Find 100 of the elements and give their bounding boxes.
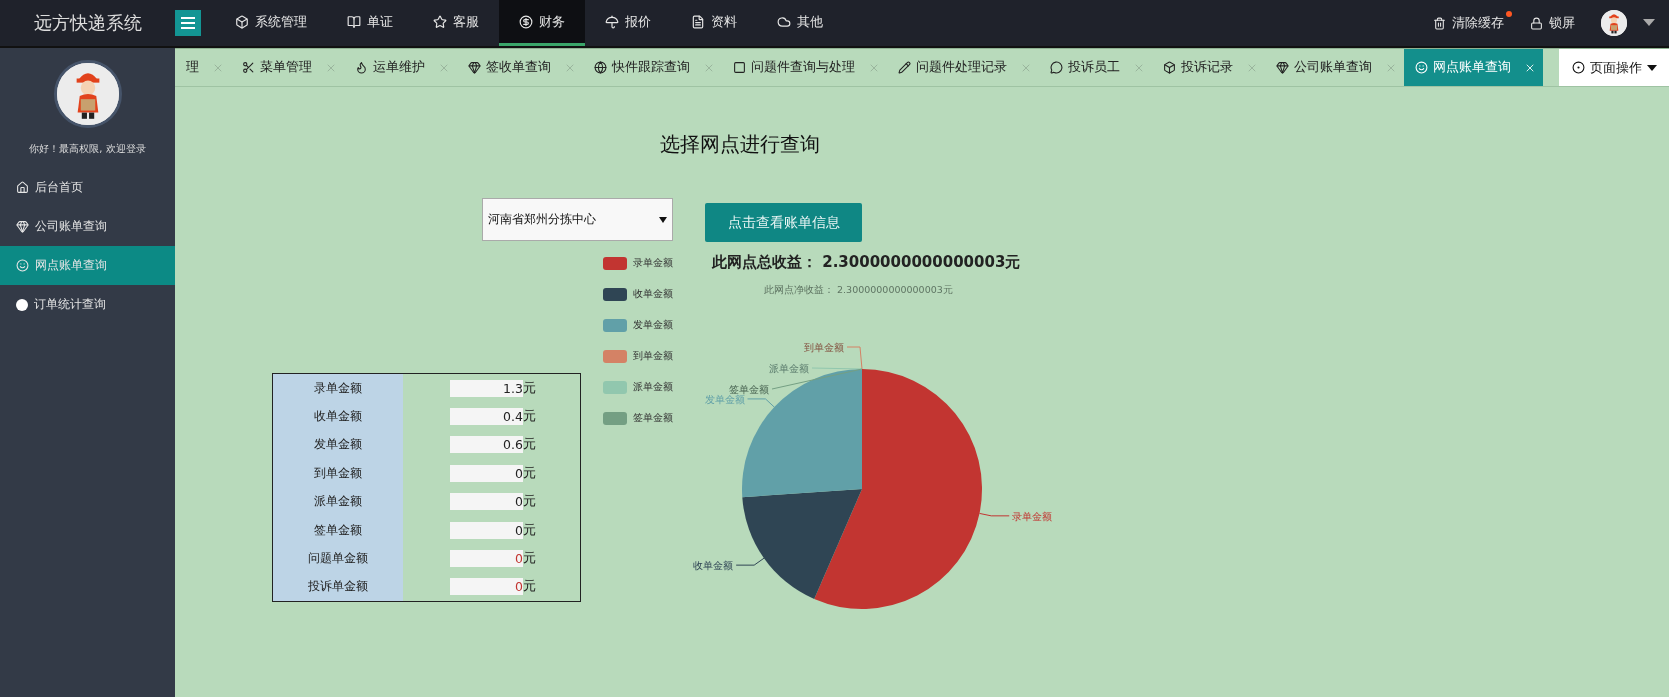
slice-label: 派单金额 xyxy=(769,363,809,374)
unit-label: 元 xyxy=(523,379,536,397)
amount-field[interactable]: 0 xyxy=(450,464,523,482)
home-icon xyxy=(16,181,29,194)
lock-icon xyxy=(1530,16,1543,30)
nav-label: 财务 xyxy=(539,12,565,31)
smile-icon xyxy=(16,259,29,272)
menu-button[interactable] xyxy=(175,10,201,36)
page-tab[interactable]: 运单维护 xyxy=(344,49,457,86)
legend-label[interactable]: 派单金额 xyxy=(633,380,673,394)
amount-field[interactable]: 1.3 xyxy=(450,379,523,397)
nav-label: 报价 xyxy=(625,12,651,31)
page-tab[interactable]: 菜单管理 xyxy=(231,49,344,86)
action-label: 清除缓存 xyxy=(1452,14,1504,32)
tab-label: 理 xyxy=(186,59,199,76)
page-title: 选择网点进行查询 xyxy=(660,131,821,155)
app-title: 远方快递系统 xyxy=(32,11,143,35)
nav-item[interactable]: 单证 xyxy=(327,0,413,46)
unit-label: 元 xyxy=(523,493,536,511)
amount-label: 发单金额 xyxy=(313,436,363,454)
sidebar-item[interactable]: 网点账单查询 xyxy=(0,246,175,285)
nav-label: 其他 xyxy=(797,12,823,31)
legend-label[interactable]: 签单金额 xyxy=(633,411,673,425)
pencil-icon xyxy=(898,61,911,74)
amount-field[interactable]: 0 xyxy=(450,521,523,539)
page-tab[interactable]: 投诉员工 xyxy=(1039,49,1152,86)
amount-field[interactable]: 0.6 xyxy=(450,436,523,454)
page-tab[interactable]: 问题件处理记录 xyxy=(887,49,1039,86)
slice-label: 到单金额 xyxy=(804,342,844,353)
coin-icon xyxy=(519,14,533,29)
page-tab[interactable]: 问题件查询与处理 xyxy=(722,49,887,86)
nav-item[interactable]: 系统管理 xyxy=(215,0,327,46)
gem-icon xyxy=(16,220,29,233)
user-avatar[interactable] xyxy=(1601,10,1627,36)
tab-label: 签收单查询 xyxy=(486,59,551,76)
welcome-text: 你好！最高权限, 欢迎登录 xyxy=(28,142,147,156)
tab-label: 投诉员工 xyxy=(1068,59,1120,76)
tab-label: 快件跟踪查询 xyxy=(612,59,690,76)
trash-icon xyxy=(1433,16,1446,30)
amount-field[interactable]: 0 xyxy=(450,550,523,568)
smile-icon xyxy=(1415,61,1428,74)
nav-item[interactable]: 财务 xyxy=(499,0,585,46)
nav-label: 资料 xyxy=(711,12,737,31)
action-label: 锁屏 xyxy=(1549,14,1575,32)
tab-label: 问题件处理记录 xyxy=(916,59,1007,76)
gem-icon xyxy=(1276,61,1289,74)
nav-item[interactable]: 报价 xyxy=(585,0,671,46)
query-button[interactable]: 点击查看账单信息 xyxy=(705,203,862,242)
slice-label: 录单金额 xyxy=(1012,510,1052,522)
amount-field[interactable]: 0 xyxy=(450,578,523,596)
net-income: 此网点净收益： 2.3000000000000003元 xyxy=(764,284,954,297)
page-tab[interactable]: 网点账单查询 xyxy=(1404,49,1543,86)
legend-swatch[interactable] xyxy=(603,318,627,332)
legend-swatch[interactable] xyxy=(603,256,627,270)
menu-icon xyxy=(181,17,195,29)
nav-item[interactable]: 其他 xyxy=(757,0,843,46)
total-income: 此网点总收益： 2.3000000000000003元 xyxy=(712,253,1022,272)
unit-label: 元 xyxy=(523,408,536,426)
square-icon xyxy=(733,61,746,74)
legend-label[interactable]: 到单金额 xyxy=(633,349,673,363)
slice-label: 收单金额 xyxy=(693,560,734,572)
caret-icon xyxy=(659,216,667,223)
page-actions-button[interactable]: 页面操作 xyxy=(1559,49,1669,86)
amount-label: 到单金额 xyxy=(313,464,363,482)
book-icon xyxy=(347,14,361,29)
amount-label: 签单金额 xyxy=(313,521,363,539)
unit-label: 元 xyxy=(523,550,536,568)
nav-item[interactable]: 客服 xyxy=(413,0,499,46)
sidebar-item[interactable]: 订单统计查询 xyxy=(0,285,175,324)
sidebar-item[interactable]: 后台首页 xyxy=(0,168,175,207)
caret-icon[interactable] xyxy=(1643,19,1655,27)
amount-label: 录单金额 xyxy=(313,379,363,397)
nav-item[interactable]: 资料 xyxy=(671,0,757,46)
legend-label[interactable]: 录单金额 xyxy=(633,256,673,270)
sidebar-label: 公司账单查询 xyxy=(35,218,107,235)
dot-icon xyxy=(16,298,28,311)
legend-swatch[interactable] xyxy=(603,349,627,363)
flame-icon xyxy=(355,61,368,74)
legend-swatch[interactable] xyxy=(603,411,627,425)
sidebar-item[interactable]: 公司账单查询 xyxy=(0,207,175,246)
amount-field[interactable]: 0.4 xyxy=(450,408,523,426)
globe-icon xyxy=(594,61,607,74)
legend-label[interactable]: 发单金额 xyxy=(633,318,673,332)
tab-label: 网点账单查询 xyxy=(1433,59,1511,76)
header-action[interactable]: 清除缓存 xyxy=(1433,14,1504,32)
page-tab[interactable]: 签收单查询 xyxy=(457,49,583,86)
page-tab[interactable]: 快件跟踪查询 xyxy=(583,49,722,86)
legend-swatch[interactable] xyxy=(603,380,627,394)
page-tab[interactable]: 理 xyxy=(175,49,231,86)
radio-icon xyxy=(1571,61,1585,74)
legend-label[interactable]: 收单金额 xyxy=(633,287,673,301)
unit-label: 元 xyxy=(523,464,536,482)
branch-select[interactable]: 河南省郑州分拣中心 xyxy=(482,198,673,241)
page-tab[interactable]: 公司账单查询 xyxy=(1265,49,1404,86)
amount-field[interactable]: 0 xyxy=(450,493,523,511)
unit-label: 元 xyxy=(523,436,536,454)
legend-swatch[interactable] xyxy=(603,287,627,301)
header-action[interactable]: 锁屏 xyxy=(1530,14,1575,32)
nav-label: 单证 xyxy=(367,12,393,31)
page-tab[interactable]: 投诉记录 xyxy=(1152,49,1265,86)
